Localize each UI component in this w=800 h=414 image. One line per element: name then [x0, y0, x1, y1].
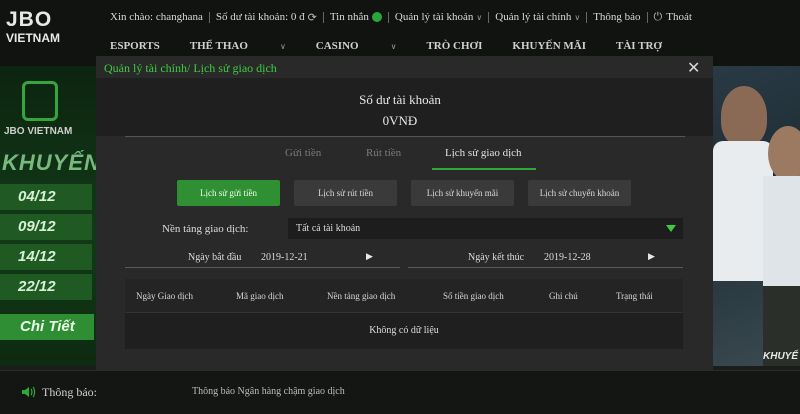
finance-management-menu[interactable]: Quản lý tài chính	[495, 11, 571, 23]
greeting-text: Xin chào: changhana	[110, 11, 203, 23]
nav-promotions[interactable]: KHUYẾN MÃI	[512, 40, 586, 52]
refresh-icon[interactable]: ⟳	[308, 11, 317, 24]
speaker-icon	[22, 386, 36, 398]
column-header: Nền tảng giao dịch	[327, 291, 396, 301]
account-management-menu[interactable]: Quản lý tài khoản	[395, 11, 474, 23]
promo-date: 22/12	[0, 274, 92, 300]
platform-label: Nền tảng giao dịch:	[162, 223, 249, 235]
promo-date: 14/12	[0, 244, 92, 270]
start-date-label: Ngày bắt đầu	[188, 252, 242, 263]
nav-esports[interactable]: ESPORTS	[110, 40, 160, 52]
notice-label: Thông báo:	[42, 385, 97, 399]
account-balance: Số dư tài khoản: 0 đ	[215, 11, 305, 23]
logo-text: JBO	[6, 8, 53, 31]
mini-promo-text: KHUYẾ	[763, 351, 799, 362]
table-header: Ngày Giao dịch Mã giao dịch Nền tảng gia…	[125, 279, 683, 313]
divider	[125, 136, 685, 137]
divider	[387, 11, 389, 23]
tab-deposit[interactable]: Gửi tiền	[285, 147, 321, 159]
column-header: Ngày Giao dịch	[136, 291, 193, 301]
divider	[208, 11, 210, 23]
chevron-down-icon: ∨	[279, 42, 286, 51]
message-badge-icon	[371, 12, 382, 22]
balance-title: Số dư tài khoản	[359, 92, 441, 107]
divider	[586, 11, 588, 23]
messages-link[interactable]: Tin nhắn	[330, 11, 369, 23]
finance-tabs: Gửi tiền Rút tiền Lịch sử giao dịch	[125, 147, 685, 171]
user-bar: Xin chào: changhana Số dư tài khoản: 0 đ…	[110, 9, 692, 25]
transaction-table: Ngày Giao dịch Mã giao dịch Nền tảng gia…	[125, 279, 683, 349]
column-header: Số tiền giao dịch	[443, 291, 504, 301]
chevron-down-icon: ∨	[574, 12, 581, 22]
tab-transaction-history[interactable]: Lịch sử giao dịch	[445, 147, 522, 159]
field-underline	[408, 267, 683, 268]
deposit-history-button[interactable]: Lịch sử gửi tiền	[177, 180, 280, 206]
nav-casino[interactable]: CASINO ∨	[316, 40, 397, 52]
divider	[322, 11, 324, 23]
column-header: Ghi chú	[549, 291, 578, 301]
chevron-down-icon: ∨	[476, 12, 483, 22]
chevron-down-icon: ∨	[390, 42, 397, 51]
end-date-value: 2019-12-28	[544, 252, 591, 263]
transfer-history-button[interactable]: Lịch sử chuyển khoản	[528, 180, 631, 206]
player-head	[768, 126, 800, 181]
logout-link[interactable]: Thoát	[666, 11, 692, 23]
start-date-field[interactable]: Ngày bắt đầu 2019-12-21 ▶	[125, 248, 400, 268]
platform-select[interactable]: Tất cả tài khoản	[288, 218, 683, 239]
column-header: Trạng thái	[616, 291, 653, 301]
tab-withdraw[interactable]: Rút tiền	[366, 147, 401, 159]
end-date-field[interactable]: Ngày kết thúc 2019-12-28 ▶	[408, 248, 683, 268]
start-date-arrow-icon[interactable]: ▶	[366, 251, 373, 262]
promo-date: 09/12	[0, 214, 92, 240]
divider	[646, 11, 648, 23]
field-underline	[125, 267, 400, 268]
modal-breadcrumb: Quản lý tài chính/ Lịch sử giao dịch	[104, 61, 277, 75]
mini-promo-ad[interactable]: KHUYẾ	[763, 286, 800, 366]
start-date-value: 2019-12-21	[261, 252, 308, 263]
active-tab-indicator	[432, 168, 536, 170]
promo-details-button[interactable]: Chi Tiết	[0, 314, 94, 340]
promo-banner[interactable]: JBO VIETNAM KHUYẾN 04/12 09/12 14/12 22/…	[0, 66, 98, 366]
empty-state: Không có dữ liệu	[369, 325, 439, 336]
platform-selected-value: Tất cả tài khoản	[296, 223, 361, 234]
dropdown-arrow-icon	[666, 225, 676, 232]
player-photo: KHUYẾ	[713, 66, 800, 366]
end-date-label: Ngày kết thúc	[468, 252, 525, 263]
withdraw-history-button[interactable]: Lịch sử rút tiền	[294, 180, 397, 206]
nav-label: THỂ THAO	[189, 40, 248, 52]
logo-subtext: VIETNAM	[6, 31, 60, 45]
nav-games[interactable]: TRÒ CHƠI	[426, 40, 482, 52]
divider	[488, 11, 490, 23]
close-icon[interactable]: ✕	[687, 58, 700, 77]
promo-title: KHUYẾN	[2, 150, 98, 175]
end-date-arrow-icon[interactable]: ▶	[648, 251, 655, 262]
notice-message: Thông báo Ngân hàng chậm giao dịch	[192, 386, 345, 397]
nav-sports[interactable]: THỂ THAO ∨	[190, 40, 286, 52]
notice-bar: Thông báo: Thông báo Ngân hàng chậm giao…	[0, 370, 800, 414]
column-header: Mã giao dịch	[236, 291, 284, 301]
main-nav: ESPORTS THỂ THAO ∨ CASINO ∨ TRÒ CHƠI KHUYẾ…	[110, 40, 692, 52]
site-logo[interactable]: JBO VIETNAM	[6, 8, 66, 46]
nav-label: CASINO	[315, 40, 359, 52]
notification-link[interactable]: Thông báo	[593, 11, 640, 23]
balance-value: 0VNĐ	[382, 113, 418, 128]
power-icon[interactable]: ⏻	[654, 11, 663, 24]
promotion-history-button[interactable]: Lịch sử khuyến mãi	[411, 180, 514, 206]
nav-sponsorship[interactable]: TÀI TRỢ	[616, 40, 662, 52]
promo-date: 04/12	[0, 184, 92, 210]
